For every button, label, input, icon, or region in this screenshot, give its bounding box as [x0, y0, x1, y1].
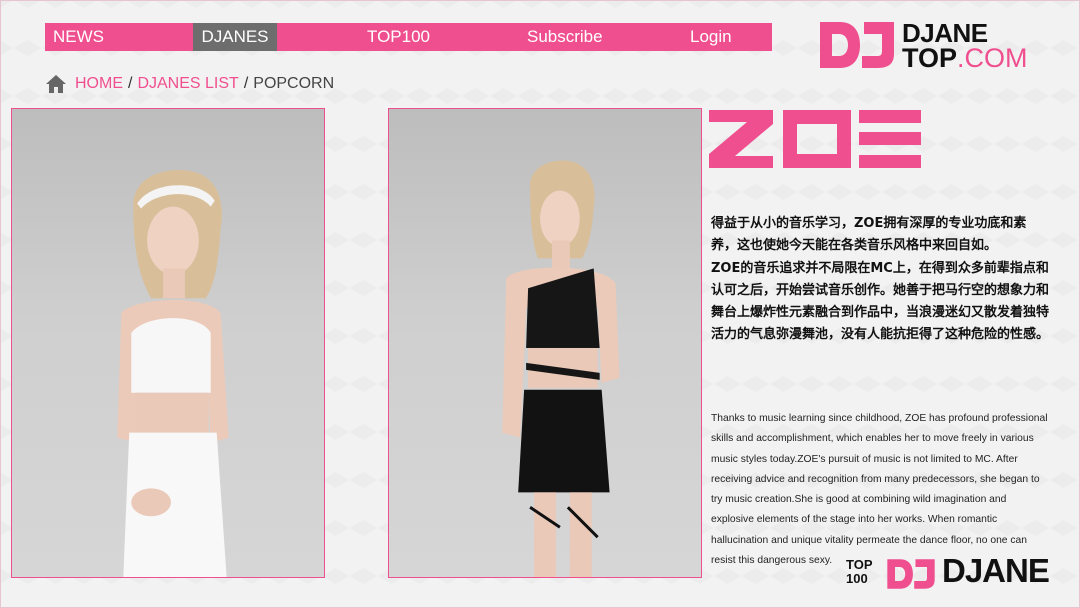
- top100-badge: TOP 100: [846, 558, 873, 586]
- photo-illustration: [502, 160, 620, 577]
- artist-name: ZOE: [923, 106, 924, 107]
- footer-dj-mark: [887, 559, 935, 589]
- logo-line2: TOP.COM: [902, 45, 1028, 72]
- breadcrumb: HOME / DJANES LIST / POPCORN: [45, 73, 334, 95]
- footer-djane-word: DJANE: [942, 552, 1050, 589]
- breadcrumb-djanes-list[interactable]: DJANES LIST: [137, 75, 238, 93]
- top100-number: 100: [846, 571, 868, 586]
- nav-login[interactable]: Login: [690, 23, 732, 51]
- breadcrumb-home[interactable]: HOME: [75, 75, 123, 93]
- dj-logo-mark: [820, 22, 894, 68]
- home-icon[interactable]: [45, 74, 67, 94]
- top100-top: TOP: [846, 557, 873, 572]
- breadcrumb-separator: /: [243, 75, 249, 92]
- main-nav: NEWS DJANES TOP100 Subscribe Login: [45, 23, 772, 51]
- breadcrumb-separator: /: [128, 75, 133, 92]
- bio-cn-paragraph: 得益于从小的音乐学习，ZOE拥有深厚的专业功底和素养，这也使她今天能在各类音乐风…: [711, 216, 1027, 254]
- nav-top100[interactable]: TOP100: [367, 23, 430, 51]
- bio-chinese: 得益于从小的音乐学习，ZOE拥有深厚的专业功底和素养，这也使她今天能在各类音乐风…: [711, 213, 1051, 347]
- top100-djane-logo: TOP 100 DJANE: [846, 552, 1066, 592]
- artist-photo-black-outfit: [388, 108, 702, 578]
- photo-illustration: [117, 169, 229, 577]
- logo-com: .COM: [957, 43, 1028, 73]
- nav-djanes[interactable]: DJANES: [193, 23, 277, 51]
- logo-wordmark: DJANE TOP.COM: [902, 20, 1028, 72]
- site-logo[interactable]: DJANE TOP.COM: [818, 20, 1048, 72]
- nav-news[interactable]: NEWS: [53, 23, 104, 51]
- nav-subscribe[interactable]: Subscribe: [527, 23, 603, 51]
- artist-photo-white-outfit: [11, 108, 325, 578]
- bio-cn-paragraph: ZOE的音乐追求并不局限在MC上，在得到众多前辈指点和认可之后，开始尝试音乐创作…: [711, 260, 1050, 343]
- bio-english: Thanks to music learning since childhood…: [711, 413, 1048, 567]
- zoe-logo-graphic: [709, 110, 921, 168]
- artist-name-logo: ZOE: [707, 106, 923, 172]
- breadcrumb-current: POPCORN: [253, 75, 335, 92]
- logo-top: TOP: [902, 43, 958, 73]
